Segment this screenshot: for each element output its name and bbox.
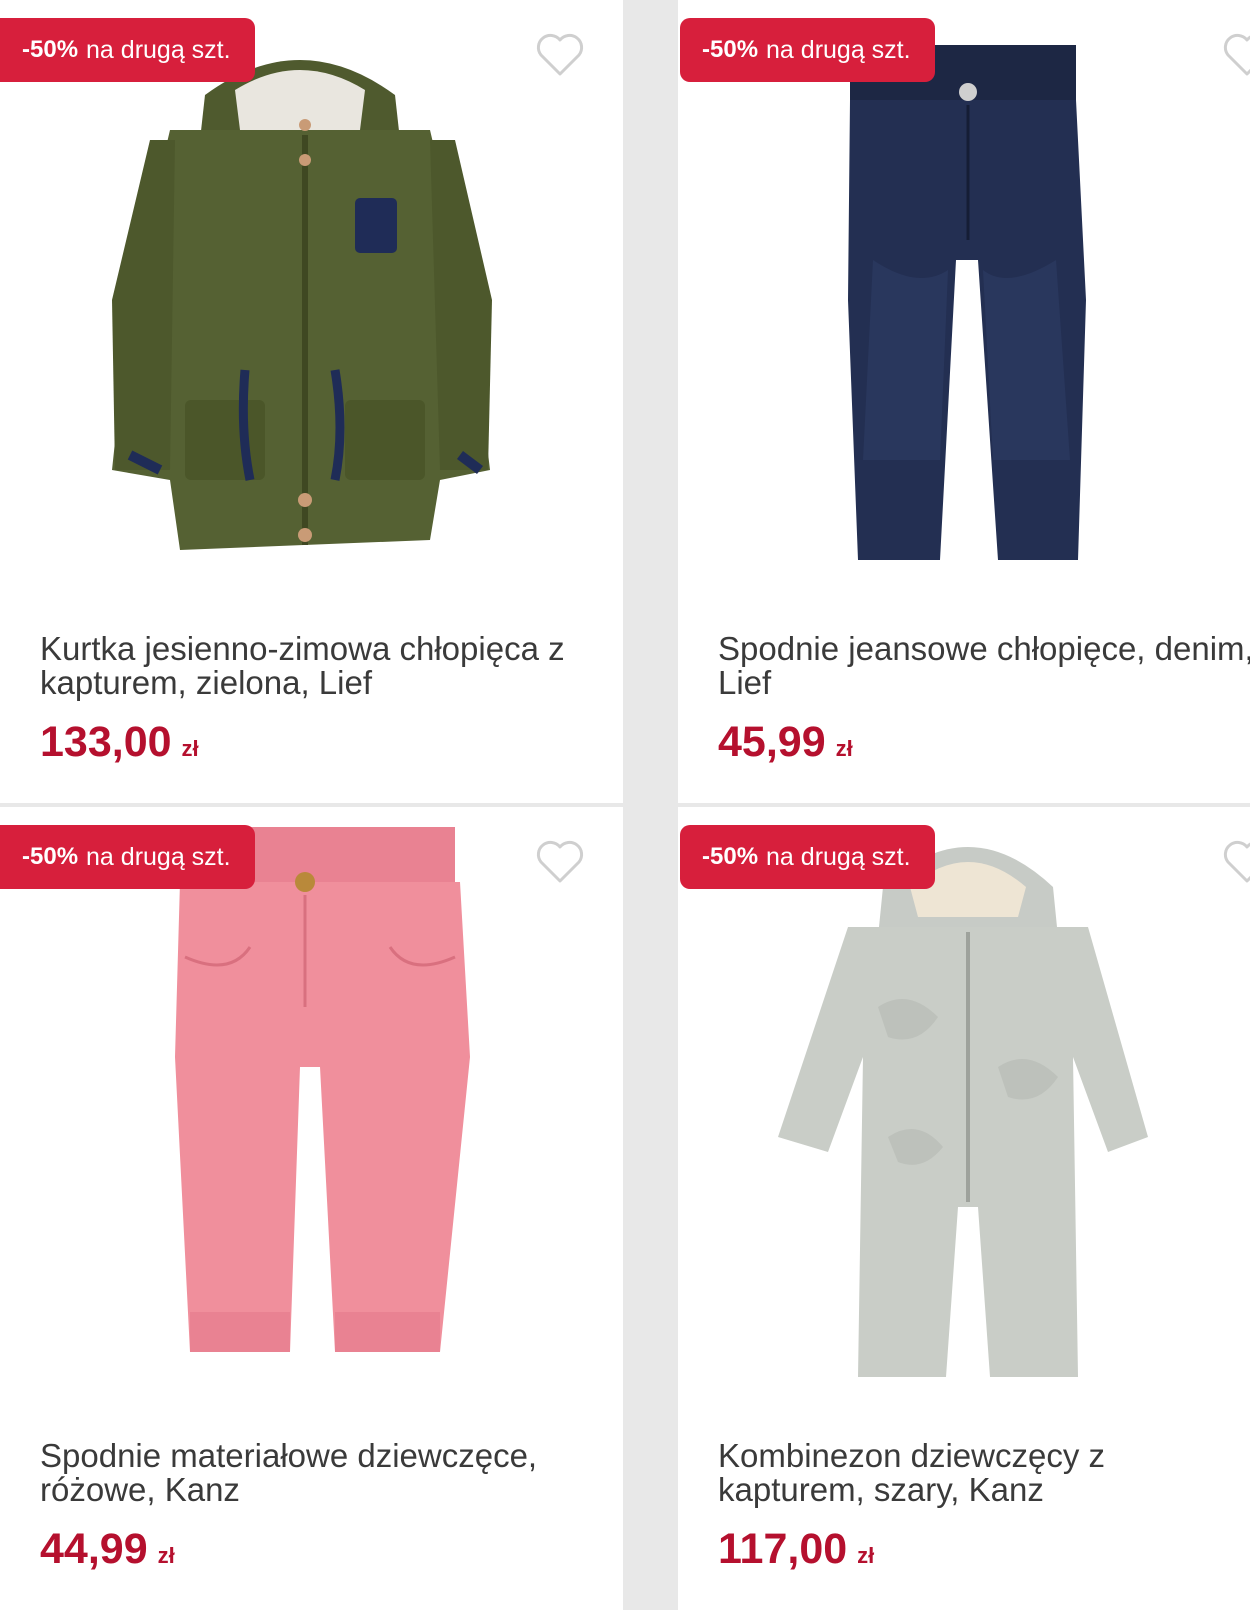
product-card[interactable]: -50% na drugą szt. Spodnie materiałowe d… — [0, 807, 623, 1610]
discount-badge: -50% na drugą szt. — [680, 18, 935, 82]
price-value: 45,99 — [718, 718, 826, 766]
discount-badge: -50% na drugą szt. — [680, 825, 935, 889]
discount-percent: -50% — [22, 843, 79, 870]
discount-percent: -50% — [702, 36, 759, 63]
product-name[interactable]: Spodnie jeansowe chłopięce, denim, Lief — [718, 632, 1250, 700]
product-card[interactable]: -50% na drugą szt. Kombinezon dziewczęcy… — [678, 807, 1250, 1610]
product-price: 133,00 zł — [40, 718, 199, 767]
discount-text: na drugą szt. — [86, 842, 231, 871]
heart-outline-icon[interactable] — [1222, 839, 1250, 885]
product-image-pink-trousers[interactable] — [0, 807, 623, 1407]
price-value: 117,00 — [718, 1525, 848, 1573]
discount-text: na drugą szt. — [766, 35, 911, 64]
heart-outline-icon[interactable] — [535, 839, 585, 885]
product-name[interactable]: Spodnie materiałowe dziewczęce, różowe, … — [40, 1439, 580, 1507]
product-image-green-jacket[interactable] — [0, 0, 623, 600]
discount-text: na drugą szt. — [766, 842, 911, 871]
product-card[interactable]: -50% na drugą szt. Kurtka jesienno-zimow… — [0, 0, 623, 803]
discount-badge: -50% na drugą szt. — [0, 18, 255, 82]
heart-outline-icon[interactable] — [1222, 32, 1250, 78]
product-card[interactable]: -50% na drugą szt. Spodnie jeansowe chło… — [678, 0, 1250, 803]
price-currency: zł — [835, 736, 853, 761]
product-price: 117,00 zł — [718, 1525, 874, 1574]
product-name[interactable]: Kurtka jesienno-zimowa chłopięca z kaptu… — [40, 632, 580, 700]
price-currency: zł — [157, 1543, 175, 1568]
discount-percent: -50% — [22, 36, 79, 63]
price-value: 44,99 — [40, 1525, 148, 1573]
price-currency: zł — [181, 736, 199, 761]
price-currency: zł — [857, 1543, 875, 1568]
product-price: 45,99 zł — [718, 718, 853, 767]
discount-text: na drugą szt. — [86, 35, 231, 64]
discount-percent: -50% — [702, 843, 759, 870]
product-image-denim-jeans[interactable] — [678, 0, 1250, 600]
heart-outline-icon[interactable] — [535, 32, 585, 78]
discount-badge: -50% na drugą szt. — [0, 825, 255, 889]
product-name[interactable]: Kombinezon dziewczęcy z kapturem, szary,… — [718, 1439, 1250, 1507]
price-value: 133,00 — [40, 718, 172, 766]
product-price: 44,99 zł — [40, 1525, 175, 1574]
product-image-grey-snowsuit[interactable] — [678, 807, 1250, 1407]
